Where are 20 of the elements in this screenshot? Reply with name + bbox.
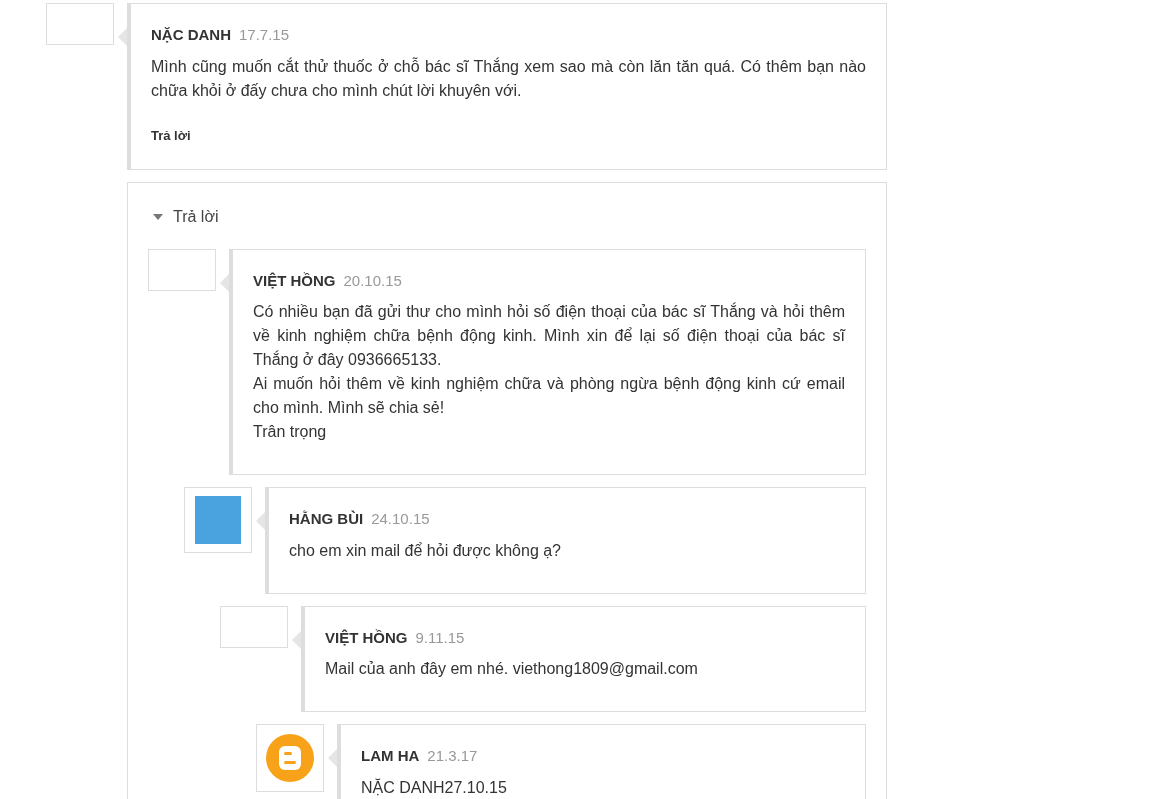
- author-name[interactable]: VIỆT HỒNG: [253, 269, 336, 292]
- author-name[interactable]: HẰNG BÙI: [289, 508, 364, 531]
- author-name[interactable]: NẶC DANH: [151, 24, 231, 47]
- comment-text: Ai muốn hỏi thêm về kinh nghiệm chữa và phòng ngừa bệnh động kinh cứ email cho mình. Mình sẽ chia sẻ!: [253, 374, 845, 418]
- avatar-placeholder: [220, 605, 288, 648]
- comment-text: cho em xin mail để hỏi được không ạ?: [289, 540, 562, 561]
- reply-link[interactable]: Trả lời: [151, 127, 191, 143]
- author-name[interactable]: LAM HA: [361, 745, 420, 768]
- caret-icon: [153, 213, 163, 220]
- comment-text: Mail của anh đây em nhé. viethong1809@gmail.com: [325, 659, 699, 679]
- replies-toggle[interactable]: Trả lời: [148, 204, 219, 229]
- blog-logo-icon: [266, 734, 314, 782]
- comment-text: NẶC DANH27.10.15: [361, 777, 508, 798]
- comment-text: Trân trọng: [253, 422, 328, 442]
- avatar-placeholder: [46, 3, 114, 45]
- photo-placeholder: [195, 496, 241, 544]
- author-name[interactable]: VIỆT HỒNG: [325, 626, 408, 649]
- avatar-placeholder: [148, 248, 216, 291]
- comment-text: Có nhiều bạn đã gửi thư cho mình hỏi số điện thoại của bác sĩ Thắng và hỏi thêm về kinh nghiệm chữa bệnh động kinh. Mình xin để lại số điện thoại của bác sĩ Thắng ở đây 0936665133.: [253, 301, 845, 370]
- comment-text: Mình cũng muốn cắt thử thuốc ở chỗ bác sĩ Thắng xem sao mà còn lăn tăn quá. Có thêm bạn nào chữa khỏi ở đấy chưa cho mình chút lời khuyên với.: [151, 56, 866, 101]
